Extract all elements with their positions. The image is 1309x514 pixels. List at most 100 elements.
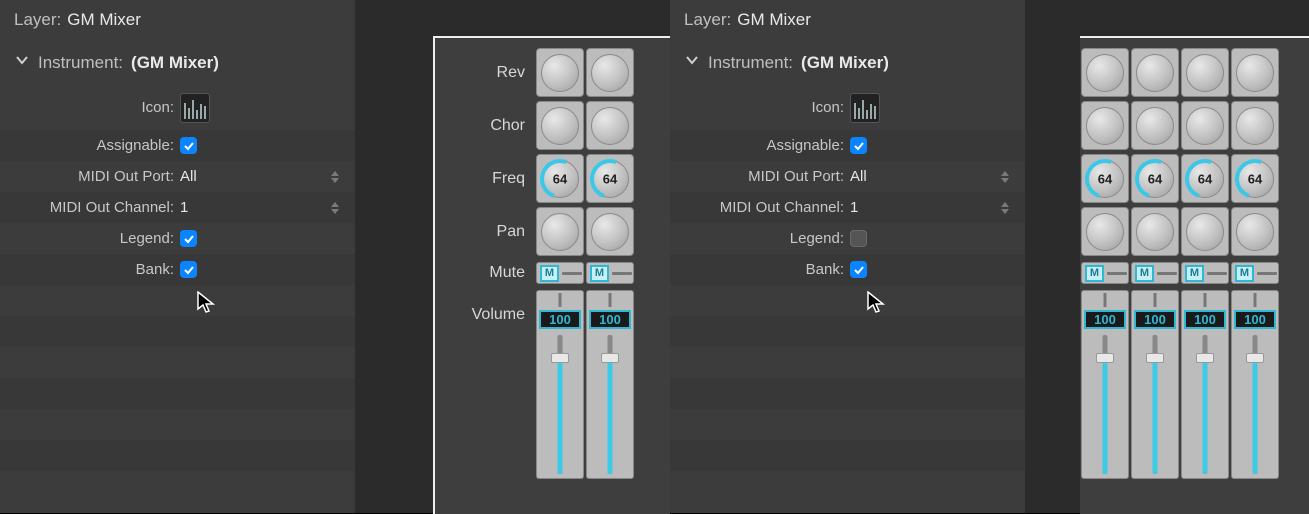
stepper-icon[interactable] <box>1001 202 1009 214</box>
mute-indicator <box>1257 272 1277 275</box>
fader-cap[interactable] <box>536 290 584 308</box>
pan-knob[interactable] <box>1131 207 1179 256</box>
assignable-label: Assignable: <box>670 137 850 154</box>
volume-readout[interactable]: 100 <box>1184 310 1226 329</box>
mute-button[interactable]: M <box>540 265 559 282</box>
volume-readout[interactable]: 100 <box>589 310 631 329</box>
volume-fader[interactable] <box>1131 331 1179 479</box>
instrument-row: Instrument: (GM Mixer) <box>0 40 355 85</box>
chevron-down-icon[interactable] <box>684 52 700 73</box>
assignable-checkbox[interactable] <box>850 137 867 154</box>
freq-knob-value: 64 <box>537 171 583 186</box>
inspector-panel: Layer: GM Mixer Instrument: (GM Mixer) I… <box>670 0 1025 513</box>
volume-readout[interactable]: 100 <box>1134 310 1176 329</box>
mute-button[interactable]: M <box>1185 265 1204 282</box>
mixer-icon[interactable] <box>180 93 210 123</box>
midi-out-port-value[interactable]: All <box>180 168 197 185</box>
stepper-icon[interactable] <box>1001 171 1009 183</box>
volume-readout[interactable]: 100 <box>1234 310 1276 329</box>
instrument-value[interactable]: (GM Mixer) <box>801 53 889 73</box>
stepper-icon[interactable] <box>331 171 339 183</box>
freq-knob[interactable]: 64 <box>1181 154 1229 203</box>
volume-fader[interactable] <box>586 331 634 479</box>
layer-row: Layer: GM Mixer <box>670 0 1025 40</box>
layer-label: Layer: <box>684 10 731 30</box>
fader-cap[interactable] <box>1131 290 1179 308</box>
midi-out-port-value[interactable]: All <box>850 168 867 185</box>
mixer-row-rev: Rev <box>435 46 670 99</box>
mute-indicator <box>612 272 632 275</box>
layer-value[interactable]: GM Mixer <box>737 10 811 30</box>
rev-knob[interactable] <box>1231 48 1279 97</box>
chor-knob[interactable] <box>1081 101 1129 150</box>
freq-knob[interactable]: 64 <box>1231 154 1279 203</box>
mixer-row-pan: Pan <box>435 205 670 258</box>
gm-mixer-panel: Rev Chor Freq 64 64 Pan Mute M <box>433 36 670 514</box>
mixer-icon[interactable] <box>850 93 880 123</box>
freq-knob-value: 64 <box>587 171 633 186</box>
layer-row: Layer: GM Mixer <box>0 0 355 40</box>
volume-fader[interactable] <box>1081 331 1129 479</box>
rev-knob[interactable] <box>586 48 634 97</box>
midi-out-channel-label: MIDI Out Channel: <box>0 199 180 216</box>
instrument-row: Instrument: (GM Mixer) <box>670 40 1025 85</box>
property-table: Icon: Assignable: MIDI Out Port: All <box>670 85 1025 285</box>
mute-button[interactable]: M <box>1135 265 1154 282</box>
legend-volume: Volume <box>435 290 535 324</box>
fader-cap[interactable] <box>1231 290 1279 308</box>
midi-out-channel-value[interactable]: 1 <box>850 199 858 216</box>
pan-knob[interactable] <box>1231 207 1279 256</box>
instrument-value[interactable]: (GM Mixer) <box>131 53 219 73</box>
legend-freq: Freq <box>435 170 535 188</box>
bank-checkbox[interactable] <box>180 261 197 278</box>
chevron-down-icon[interactable] <box>14 52 30 73</box>
volume-fader[interactable] <box>1181 331 1229 479</box>
chor-knob[interactable] <box>1181 101 1229 150</box>
icon-label: Icon: <box>670 99 850 116</box>
fader-cap[interactable] <box>1181 290 1229 308</box>
chor-knob[interactable] <box>1131 101 1179 150</box>
volume-fader[interactable] <box>536 331 584 479</box>
midi-out-port-label: MIDI Out Port: <box>0 168 180 185</box>
legend-label: Legend: <box>0 230 180 247</box>
legend-checkbox[interactable] <box>850 230 867 247</box>
freq-knob-value: 64 <box>1232 171 1278 186</box>
stepper-icon[interactable] <box>331 202 339 214</box>
freq-knob-value: 64 <box>1082 171 1128 186</box>
rev-knob[interactable] <box>1131 48 1179 97</box>
mute-button[interactable]: M <box>590 265 609 282</box>
mixer-row-volume: 100 100 100 100 <box>1080 288 1309 479</box>
freq-knob[interactable]: 64 <box>586 154 634 203</box>
mute-button[interactable]: M <box>1235 265 1254 282</box>
property-table: Icon: Assignable: MIDI Out Port: All <box>0 85 355 285</box>
pan-knob[interactable] <box>1181 207 1229 256</box>
legend-pan: Pan <box>435 223 535 241</box>
layer-value[interactable]: GM Mixer <box>67 10 141 30</box>
pan-knob[interactable] <box>586 207 634 256</box>
fader-cap[interactable] <box>586 290 634 308</box>
volume-readout[interactable]: 100 <box>539 310 581 329</box>
mute-button[interactable]: M <box>1085 265 1104 282</box>
chor-knob[interactable] <box>1231 101 1279 150</box>
volume-readout[interactable]: 100 <box>1084 310 1126 329</box>
bank-checkbox[interactable] <box>850 261 867 278</box>
midi-out-channel-label: MIDI Out Channel: <box>670 199 850 216</box>
rev-knob[interactable] <box>1181 48 1229 97</box>
fader-cap[interactable] <box>1081 290 1129 308</box>
rev-knob[interactable] <box>536 48 584 97</box>
freq-knob[interactable]: 64 <box>1131 154 1179 203</box>
volume-fader[interactable] <box>1231 331 1279 479</box>
pan-knob[interactable] <box>1081 207 1129 256</box>
assignable-checkbox[interactable] <box>180 137 197 154</box>
chor-knob[interactable] <box>536 101 584 150</box>
chor-knob[interactable] <box>586 101 634 150</box>
rev-knob[interactable] <box>1081 48 1129 97</box>
mute-indicator <box>562 272 582 275</box>
pan-knob[interactable] <box>536 207 584 256</box>
freq-knob[interactable]: 64 <box>536 154 584 203</box>
freq-knob[interactable]: 64 <box>1081 154 1129 203</box>
legend-checkbox[interactable] <box>180 230 197 247</box>
mute-indicator <box>1107 272 1127 275</box>
gm-mixer-panel: 64 64 64 64 M M M M 100 <box>1080 36 1309 514</box>
midi-out-channel-value[interactable]: 1 <box>180 199 188 216</box>
